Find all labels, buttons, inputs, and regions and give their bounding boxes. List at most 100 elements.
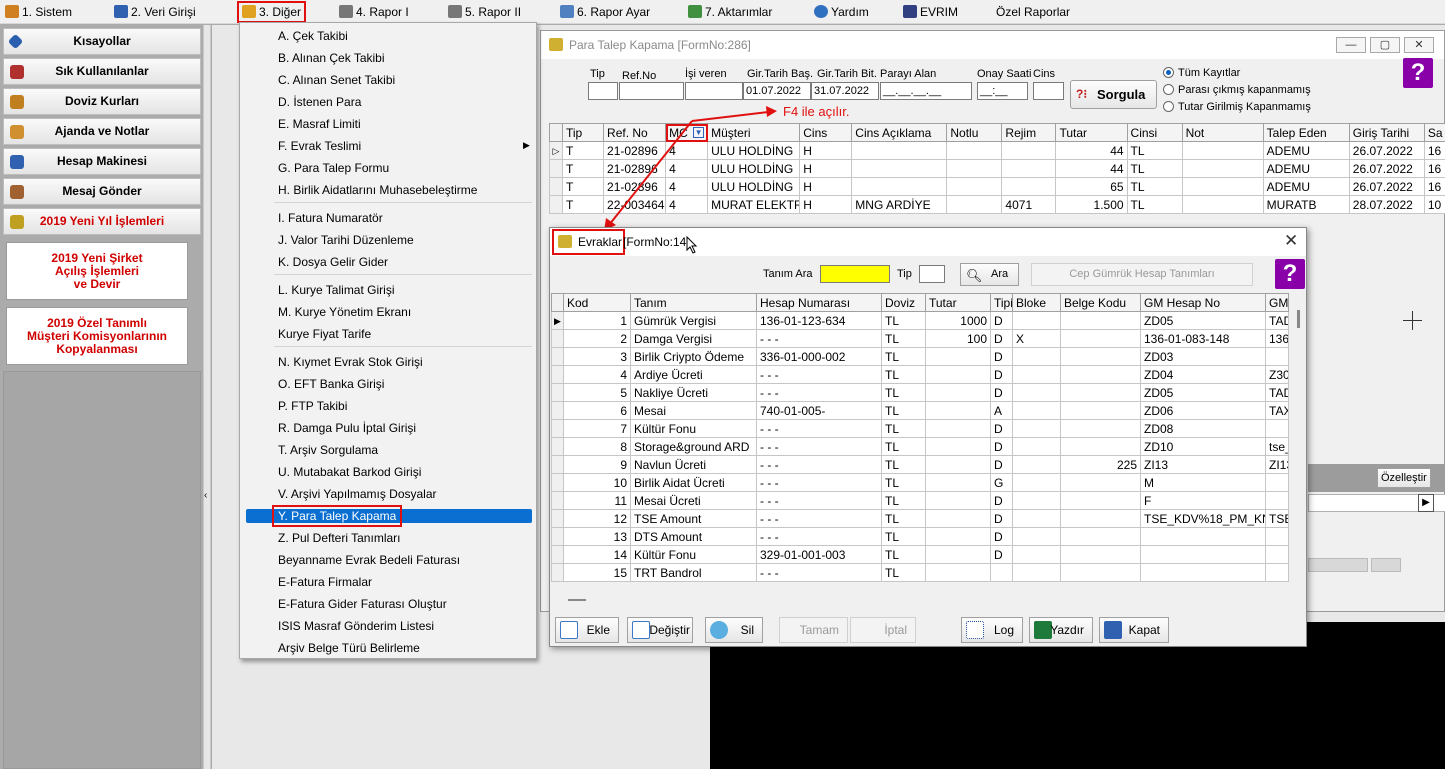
grid-cell[interactable]: X <box>1012 329 1061 348</box>
col-header[interactable]: Tipi <box>990 293 1013 312</box>
grid-cell[interactable]: 3 <box>563 347 631 366</box>
grid-cell[interactable]: 225 <box>1060 455 1141 474</box>
grid-cell[interactable]: Birlik Aidat Ücreti <box>630 473 757 492</box>
ekle-button[interactable]: Ekle <box>555 617 619 643</box>
grid-cell[interactable] <box>1140 563 1266 582</box>
grid-cell[interactable]: tse_ <box>1265 437 1289 456</box>
grid-cell[interactable]: ZI13 <box>1140 455 1266 474</box>
grid-cell[interactable]: TL <box>881 437 926 456</box>
grid-cell[interactable]: 6 <box>563 401 631 420</box>
grid-cell[interactable]: TRT Bandrol <box>630 563 757 582</box>
col-header[interactable]: Tutar <box>925 293 991 312</box>
grid-cell[interactable] <box>925 563 991 582</box>
grid-cell[interactable]: 7 <box>563 419 631 438</box>
dropdown-item[interactable]: F. Evrak Teslimi <box>278 136 361 156</box>
grid-cell[interactable]: Mesai Ücreti <box>630 491 757 510</box>
dropdown-item[interactable]: Arşiv Belge Türü Belirleme <box>278 638 420 658</box>
row-indicator[interactable] <box>551 527 564 546</box>
grid-cell[interactable]: 11 <box>563 491 631 510</box>
dropdown-item[interactable]: T. Arşiv Sorgulama <box>278 440 378 460</box>
grid-cell[interactable] <box>1060 527 1141 546</box>
row-indicator[interactable] <box>551 563 564 582</box>
grid-cell[interactable] <box>1012 347 1061 366</box>
grid-cell[interactable] <box>1060 329 1141 348</box>
grid-cell[interactable]: TL <box>881 383 926 402</box>
grid-cell[interactable] <box>1012 473 1061 492</box>
col-header[interactable]: Bloke <box>1012 293 1061 312</box>
col-header[interactable]: Belge Kodu <box>1060 293 1141 312</box>
dropdown-item[interactable]: V. Arşivi Yapılmamış Dosyalar <box>278 484 437 504</box>
grid-cell[interactable]: D <box>990 347 1013 366</box>
grid-cell[interactable]: - - - <box>756 563 882 582</box>
tamam-button[interactable]: Tamam <box>779 617 848 643</box>
grid-cell[interactable] <box>1060 311 1141 330</box>
grid-cell[interactable]: D <box>990 491 1013 510</box>
grid-cell[interactable]: D <box>990 455 1013 474</box>
grid-cell[interactable] <box>1060 419 1141 438</box>
grid-cell[interactable]: 4 <box>563 365 631 384</box>
evrak-grid-row[interactable]: 6Mesai740-01-005-TL A ZD06TAX <box>551 401 1289 420</box>
grid-cell[interactable] <box>1265 563 1289 582</box>
grid-cell[interactable]: Navlun Ücreti <box>630 455 757 474</box>
grid-cell[interactable]: Gümrük Vergisi <box>630 311 757 330</box>
grid-cell[interactable] <box>1265 347 1289 366</box>
grid-cell[interactable]: Storage&ground ARD <box>630 437 757 456</box>
grid-cell[interactable] <box>1012 455 1061 474</box>
grid-cell[interactable] <box>925 401 991 420</box>
dropdown-item[interactable]: D. İstenen Para <box>278 92 361 112</box>
evrak-grid-row[interactable]: 3 Birlik Criypto Ödeme 336-01-000-002 TL D ZD… <box>551 347 1289 366</box>
grid-cell[interactable]: ZD05 <box>1140 383 1266 402</box>
grid-cell[interactable]: TSE <box>1265 509 1289 528</box>
dropdown-item[interactable]: B. Alınan Çek Takibi <box>278 48 385 68</box>
grid-cell[interactable]: TL <box>881 563 926 582</box>
evrak-grid-row[interactable]: 2 Damga Vergisi - - - TL 100 D X 136-01-083-148… <box>551 329 1289 348</box>
row-indicator[interactable] <box>551 383 564 402</box>
grid-cell[interactable]: 740-01-005- <box>756 401 882 420</box>
dropdown-item-para-talep-kapama[interactable]: Y. Para Talep Kapama <box>272 505 402 527</box>
dropdown-item[interactable]: Beyanname Evrak Bedeli Faturası <box>278 550 460 570</box>
grid-cell[interactable]: 1000 <box>925 311 991 330</box>
row-indicator[interactable] <box>551 473 564 492</box>
grid-cell[interactable]: TSE_KDV%18_PM_KN_A <box>1140 509 1266 528</box>
grid-cell[interactable] <box>1012 491 1061 510</box>
grid-cell[interactable]: ZD03 <box>1140 347 1266 366</box>
dropdown-item[interactable]: U. Mutabakat Barkod Girişi <box>278 462 421 482</box>
grid-cell[interactable]: 14 <box>563 545 631 564</box>
grid-cell[interactable]: ZD06 <box>1140 401 1266 420</box>
grid-cell[interactable]: 13 <box>563 527 631 546</box>
grid-cell[interactable]: A <box>990 401 1013 420</box>
grid-cell[interactable] <box>1012 419 1061 438</box>
cep-gumruk-button[interactable]: Cep Gümrük Hesap Tanımları <box>1031 263 1253 286</box>
grid-cell[interactable] <box>925 527 991 546</box>
grid-cell[interactable]: F <box>1140 491 1266 510</box>
col-header[interactable]: Hesap Numarası <box>756 293 882 312</box>
row-indicator[interactable] <box>551 347 564 366</box>
grid-cell[interactable] <box>1012 401 1061 420</box>
kapat-button[interactable]: Kapat <box>1099 617 1169 643</box>
dropdown-item[interactable]: Z. Pul Defteri Tanımları <box>278 528 400 548</box>
grid-cell[interactable]: 100 <box>925 329 991 348</box>
grid-cell[interactable]: TL <box>881 545 926 564</box>
scroll-thumb[interactable] <box>1297 310 1300 328</box>
grid-cell[interactable]: TL <box>881 491 926 510</box>
grid-cell[interactable]: TL <box>881 527 926 546</box>
grid-cell[interactable] <box>1060 347 1141 366</box>
row-indicator[interactable] <box>551 329 564 348</box>
grid-cell[interactable] <box>1012 509 1061 528</box>
grid-cell[interactable]: 136- <box>1265 329 1289 348</box>
grid-cell[interactable]: 136-01-123-634 <box>756 311 882 330</box>
row-indicator[interactable] <box>551 419 564 438</box>
grid-cell[interactable]: 2 <box>563 329 631 348</box>
dropdown-item[interactable]: J. Valor Tarihi Düzenleme <box>278 230 414 250</box>
grid-cell[interactable]: TL <box>881 509 926 528</box>
grid-cell[interactable]: - - - <box>756 365 882 384</box>
grid-cell[interactable]: Z30 <box>1265 365 1289 384</box>
grid-cell[interactable] <box>1012 563 1061 582</box>
grid-cell[interactable]: TAD <box>1265 311 1289 330</box>
dropdown-item[interactable]: ISIS Masraf Gönderim Listesi <box>278 616 434 636</box>
grid-cell[interactable] <box>925 545 991 564</box>
grid-cell[interactable] <box>925 455 991 474</box>
row-indicator[interactable] <box>551 509 564 528</box>
col-header[interactable]: Kod <box>563 293 631 312</box>
evrak-grid-row[interactable]: 12TSE Amount- - -TL D TSE_KDV%18_PM_KN_ATS… <box>551 509 1289 528</box>
